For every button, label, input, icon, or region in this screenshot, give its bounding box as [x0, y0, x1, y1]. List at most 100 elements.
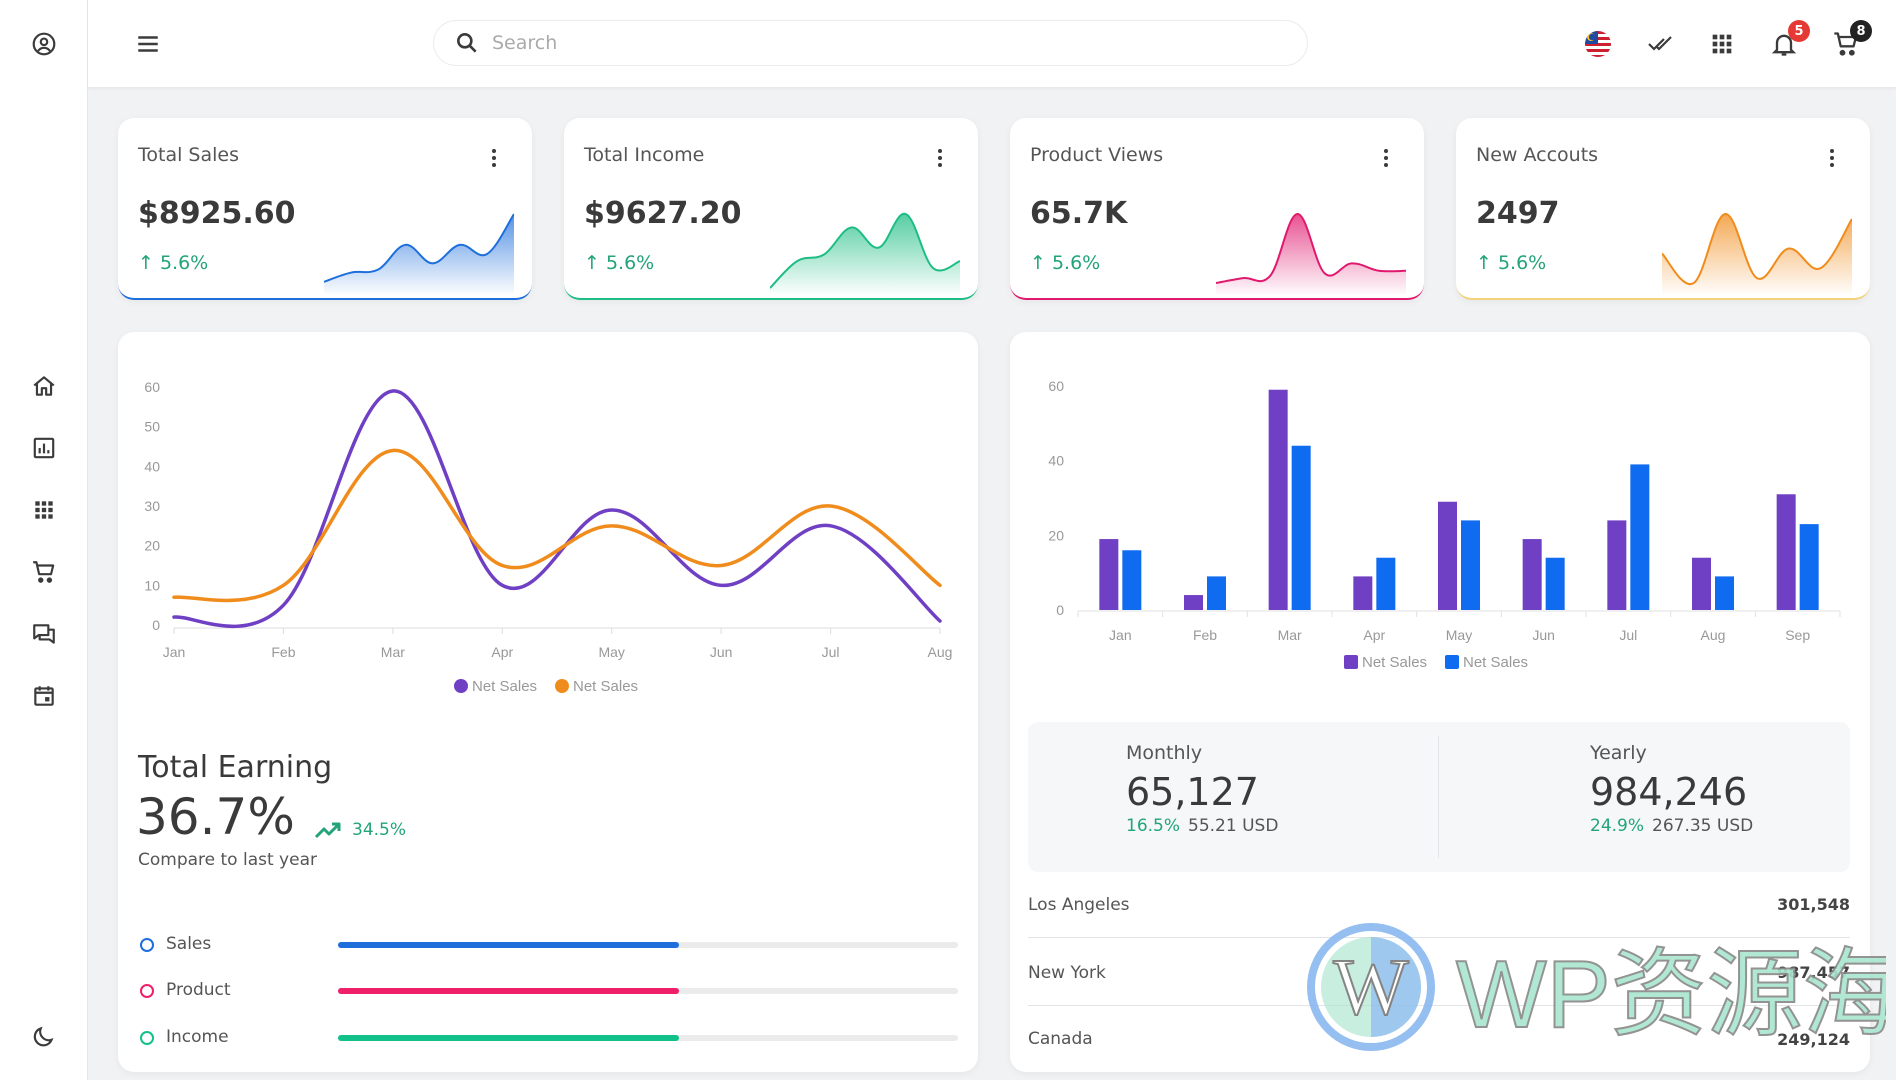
bar-mar-series-0 — [1268, 389, 1288, 610]
monthly-summary: Monthly 65,127 16.5% 55.21 USD — [1126, 742, 1278, 836]
monthly-pct: 16.5% — [1126, 816, 1181, 836]
city-value: 987,457 — [1777, 963, 1850, 982]
total-earning-title: Total Earning — [138, 750, 333, 785]
sidebar-item-home[interactable] — [24, 366, 64, 406]
yearly-summary: Yearly 984,246 24.9% 267.35 USD — [1590, 742, 1753, 836]
progress-row-income: Income — [138, 1025, 958, 1055]
legend-marker — [1344, 655, 1358, 669]
arrow-up-icon: ↑ — [1030, 252, 1046, 274]
sidebar-item-chat[interactable] — [24, 614, 64, 654]
city-name: Los Angeles — [1028, 894, 1130, 915]
stat-change: ↑ 5.6% — [1030, 252, 1100, 274]
sales-dot-icon — [140, 938, 154, 952]
bar-may-series-1 — [1461, 520, 1480, 610]
legend-label: Net Sales — [1362, 654, 1427, 671]
x-tick-label: Apr — [1363, 627, 1385, 643]
stat-change: ↑ 5.6% — [138, 252, 208, 274]
more-vertical-icon — [1830, 149, 1834, 167]
y-tick-label: 60 — [144, 379, 160, 395]
moon-icon — [33, 1026, 54, 1047]
stat-title: Total Sales — [138, 144, 239, 166]
summary-panel: Monthly 65,127 16.5% 55.21 USD Yearly 984… — [1028, 722, 1850, 872]
monthly-usd: 55.21 USD — [1188, 816, 1279, 836]
progress-label: Sales — [166, 934, 212, 954]
yearly-sub: 24.9% 267.35 USD — [1590, 816, 1753, 836]
sparkline-area — [770, 213, 960, 294]
arrow-up-icon: ↑ — [138, 252, 154, 274]
sidebar-item-apps[interactable] — [24, 490, 64, 530]
x-tick-label: May — [598, 644, 624, 660]
x-tick-label: Jan — [1109, 627, 1132, 643]
yearly-value: 984,246 — [1590, 770, 1748, 814]
notifications-button[interactable]: 5 — [1764, 20, 1810, 64]
apps-button[interactable] — [1702, 24, 1742, 64]
more-options-button[interactable] — [1822, 146, 1842, 170]
sidebar-item-calendar[interactable] — [24, 676, 64, 716]
sparkline-area — [1662, 213, 1852, 294]
sparkline-chart — [770, 212, 960, 294]
income-dot-icon — [140, 1031, 154, 1045]
x-tick-label: Aug — [928, 644, 953, 660]
double-check-icon — [1648, 36, 1672, 51]
bar-jul-series-1 — [1630, 464, 1650, 610]
cart-icon — [33, 561, 55, 583]
stat-title: Total Income — [584, 144, 705, 166]
more-options-button[interactable] — [484, 146, 504, 170]
sidebar-item-shop[interactable] — [24, 552, 64, 592]
sales-card: 0 20 40 60 Jan Feb Mar Apr May Jun Jul Aug Sep Net Sa… — [1010, 332, 1870, 1072]
x-tick-label: Mar — [381, 644, 405, 660]
stat-title: New Accouts — [1476, 144, 1599, 166]
theme-toggle[interactable] — [24, 1016, 64, 1056]
calendar-icon — [34, 686, 54, 706]
apps-grid-icon — [1712, 34, 1732, 54]
menu-icon — [138, 36, 158, 52]
y-tick-label: 10 — [144, 577, 160, 593]
more-options-button[interactable] — [1376, 146, 1396, 170]
progress-row-sales: Sales — [138, 932, 958, 962]
city-value: 301,548 — [1777, 895, 1850, 914]
x-tick-label: Jul — [1619, 627, 1637, 643]
search-input[interactable] — [492, 32, 1272, 54]
y-tick-label: 0 — [1056, 602, 1064, 618]
topbar: 5 8 — [88, 0, 1896, 88]
progress-label: Product — [166, 980, 231, 1000]
y-tick-label: 20 — [144, 538, 160, 554]
progress-track — [338, 988, 958, 994]
notification-count-badge: 5 — [1788, 20, 1810, 42]
cart-button[interactable]: 8 — [1826, 20, 1872, 64]
bar-may-series-0 — [1438, 501, 1457, 610]
cart-count-badge: 8 — [1850, 20, 1872, 42]
sidebar-item-analytics[interactable] — [24, 428, 64, 468]
trending-up-icon — [314, 822, 341, 839]
y-tick-label: 0 — [152, 617, 160, 633]
legend-label: Net Sales — [1463, 654, 1528, 671]
x-tick-label: Aug — [1701, 627, 1726, 643]
progress-fill — [338, 942, 679, 948]
menu-button[interactable] — [128, 24, 168, 64]
arrow-up-icon: ↑ — [584, 252, 600, 274]
yearly-label: Yearly — [1590, 742, 1647, 764]
mark-all-read-button[interactable] — [1640, 24, 1680, 64]
more-options-button[interactable] — [930, 146, 950, 170]
y-tick-label: 20 — [1048, 527, 1064, 543]
legend-marker — [454, 679, 468, 693]
more-vertical-icon — [1384, 149, 1388, 167]
bar-apr-series-0 — [1353, 576, 1373, 610]
language-selector[interactable] — [1578, 24, 1618, 64]
bar-chart-icon — [33, 437, 55, 459]
y-tick-label: 40 — [144, 458, 160, 474]
sidebar-item-profile[interactable] — [24, 24, 64, 64]
flag-malaysia-icon — [1585, 31, 1611, 57]
line-series-0 — [172, 389, 942, 629]
stat-card-product-views: Product Views 65.7K ↑ 5.6% — [1010, 118, 1424, 300]
x-tick-label: May — [1446, 627, 1472, 643]
more-vertical-icon — [938, 149, 942, 167]
bar-jan-series-1 — [1122, 550, 1142, 610]
stat-change: ↑ 5.6% — [584, 252, 654, 274]
y-tick-label: 30 — [144, 498, 160, 514]
user-circle-icon — [32, 32, 56, 56]
legend-label: Net Sales — [573, 678, 638, 695]
bar-jun-series-0 — [1522, 539, 1542, 610]
compare-label: Compare to last year — [138, 850, 317, 870]
progress-track — [338, 942, 958, 948]
